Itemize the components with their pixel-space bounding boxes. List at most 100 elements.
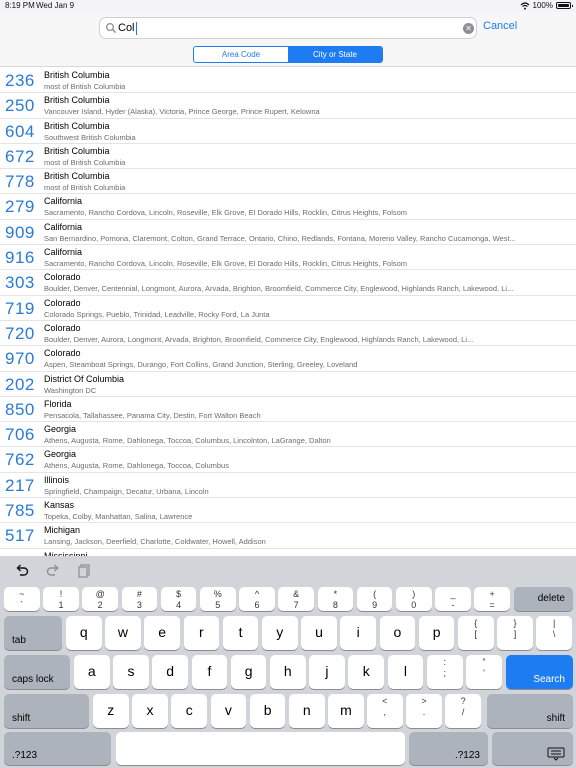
key-a[interactable]: a <box>74 655 110 689</box>
space-bar[interactable] <box>116 732 405 765</box>
key-q[interactable]: q <box>66 616 102 650</box>
app-root: 8:19 PM Wed Jan 9 100% ✕ Cancel Area Cod… <box>0 0 576 768</box>
key-1[interactable]: ! 1 <box>43 587 79 611</box>
numbers-key-left[interactable]: .?123 <box>4 732 111 765</box>
result-row[interactable]: 202 District Of Columbia Washington DC <box>0 372 576 397</box>
key-lower-glyph: [ <box>474 629 478 639</box>
result-row[interactable]: 720 Colorado Boulder, Denver, Aurora, Long… <box>0 321 576 347</box>
area-code: 672 <box>5 146 35 166</box>
paste-icon[interactable] <box>76 562 92 578</box>
tab-key[interactable]: tab <box>4 616 62 650</box>
key-2[interactable]: @2 <box>82 587 118 611</box>
result-row[interactable]: 279 California Sacramento, Rancho Cordova,… <box>0 194 576 220</box>
key-glyph: y <box>276 624 284 640</box>
numbers-key-right[interactable]: .?123 <box>409 732 488 765</box>
result-row[interactable]: 762 Georgia Athens, Augusta, Rome, Dahlone… <box>0 447 576 473</box>
key-v[interactable]: v <box>210 694 247 728</box>
result-row[interactable]: 785 Kansas Topeka, Colby, Manhattan, Salin… <box>0 498 576 524</box>
key--[interactable]: _ - <box>435 587 471 611</box>
key-\[interactable]: | \ <box>536 616 572 650</box>
search-key[interactable]: Search <box>506 655 573 689</box>
key-n[interactable]: n <box>289 694 325 728</box>
result-row[interactable]: 916 California Sacramento, Rancho Cordova,… <box>0 245 576 271</box>
result-row[interactable]: 909 California San Bernardino, Pomona, Cla… <box>0 220 576 246</box>
key-.[interactable]: >. <box>406 694 442 728</box>
result-row[interactable]: 236 British Columbia most of British Colum… <box>0 68 576 94</box>
key-lower-glyph: 9 <box>372 600 378 610</box>
result-row[interactable]: 719 Colorado Colorado Springs, Pueblo, Tri… <box>0 296 576 321</box>
key-5[interactable]: % 5 <box>200 587 236 611</box>
key-lower-glyph: ; <box>443 668 447 678</box>
result-row[interactable]: 672 British Columbia most of British Colum… <box>0 144 576 170</box>
redo-icon[interactable] <box>45 562 61 578</box>
key-][interactable]: }] <box>497 616 533 650</box>
result-row[interactable]: 850 Florida Pensacola, Tallahassee, Panama… <box>0 397 576 423</box>
key-0[interactable]: ) 0 <box>396 587 432 611</box>
result-row[interactable]: 604 British Columbia Southwest British Col… <box>0 119 576 144</box>
key-k[interactable]: k <box>348 655 384 689</box>
segment-city-or-state[interactable]: City or State <box>288 47 382 62</box>
key-d[interactable]: d <box>152 655 188 689</box>
key-h[interactable]: h <box>270 655 306 689</box>
city-list: Sacramento, Rancho Cordova, Lincoln, Ros… <box>44 208 408 218</box>
key-l[interactable]: l <box>387 655 424 689</box>
cancel-button[interactable]: Cancel <box>483 20 517 32</box>
state-name: British Columbia <box>44 120 110 131</box>
key-g[interactable]: g <box>230 655 267 689</box>
key-8[interactable]: * 8 <box>317 587 354 611</box>
clear-icon[interactable]: ✕ <box>463 23 474 34</box>
key-/[interactable]: ? / <box>445 694 481 728</box>
key-f[interactable]: f <box>191 655 228 689</box>
key-9[interactable]: (9 <box>356 587 393 611</box>
key-,[interactable]: <, <box>367 694 403 728</box>
key-j[interactable]: j <box>309 655 345 689</box>
key-x[interactable]: x <box>132 694 168 728</box>
key-i[interactable]: i <box>340 616 376 650</box>
key-4[interactable]: $4 <box>160 587 197 611</box>
area-code: 236 <box>5 71 35 90</box>
key-u[interactable]: u <box>301 616 337 650</box>
key-y[interactable]: y <box>262 616 298 650</box>
shift-key-left[interactable]: shift <box>4 694 89 728</box>
result-row[interactable]: 250 British Columbia Vancouver Island, Hyd… <box>0 93 576 119</box>
keyboard-dismiss-key[interactable] <box>492 732 573 765</box>
key-=[interactable]: + = <box>474 587 510 611</box>
key-7[interactable]: & 7 <box>278 587 314 611</box>
caps-lock-key[interactable]: caps lock <box>4 655 70 689</box>
key-m[interactable]: m <box>328 694 364 728</box>
result-row[interactable]: 303 Colorado Boulder, Denver, Centennial, … <box>0 270 576 296</box>
key-r[interactable]: r <box>183 616 220 650</box>
key-p[interactable]: p <box>418 616 455 650</box>
undo-icon[interactable] <box>14 562 30 578</box>
key-[[interactable]: {[ <box>458 616 494 650</box>
result-row[interactable]: 706 Georgia Athens, Augusta, Rome, Dahlone… <box>0 422 576 448</box>
result-row[interactable]: Mississippi <box>0 549 576 556</box>
city-list: Aspen, Steamboat Springs, Durango, Fort … <box>44 360 358 370</box>
results-list: 236 British Columbia most of British Colum… <box>0 68 576 556</box>
shift-key-right[interactable]: shift <box>487 694 573 728</box>
result-row[interactable]: 217 Illinois Springfield, Champaign, Decat… <box>0 473 576 499</box>
key-w[interactable]: w <box>105 616 141 650</box>
key-`[interactable]: ~ ` <box>4 587 40 611</box>
result-row[interactable]: 517 Michigan Lansing, Jackson, Deerfield, … <box>0 523 576 549</box>
key-3[interactable]: #3 <box>121 587 158 611</box>
key-e[interactable]: e <box>144 616 180 650</box>
key-o[interactable]: o <box>379 616 416 650</box>
search-input[interactable] <box>118 20 448 36</box>
key-'[interactable]: ” ' <box>466 655 502 689</box>
delete-key[interactable]: delete <box>514 587 573 611</box>
key-s[interactable]: s <box>113 655 149 689</box>
search-field[interactable]: ✕ <box>99 17 477 39</box>
key-z[interactable]: z <box>93 694 129 728</box>
city-list: Washington DC <box>44 385 97 395</box>
key-;[interactable]: :; <box>427 655 463 689</box>
key-glyph: v <box>224 702 232 718</box>
on-screen-keyboard: ~ `! 1 @2 #3 $4% 5 ^ 6 & 7 * 8(9) 0 _ - + = delete tab q w e r t… <box>0 556 576 768</box>
key-b[interactable]: b <box>249 694 286 728</box>
key-6[interactable]: ^ 6 <box>239 587 275 611</box>
key-c[interactable]: c <box>171 694 207 728</box>
segment-area-code[interactable]: Area Code <box>194 47 288 62</box>
key-t[interactable]: t <box>222 616 259 650</box>
result-row[interactable]: 970 Colorado Aspen, Steamboat Springs, Dur… <box>0 346 576 372</box>
result-row[interactable]: 778 British Columbia most of British Colum… <box>0 169 576 195</box>
